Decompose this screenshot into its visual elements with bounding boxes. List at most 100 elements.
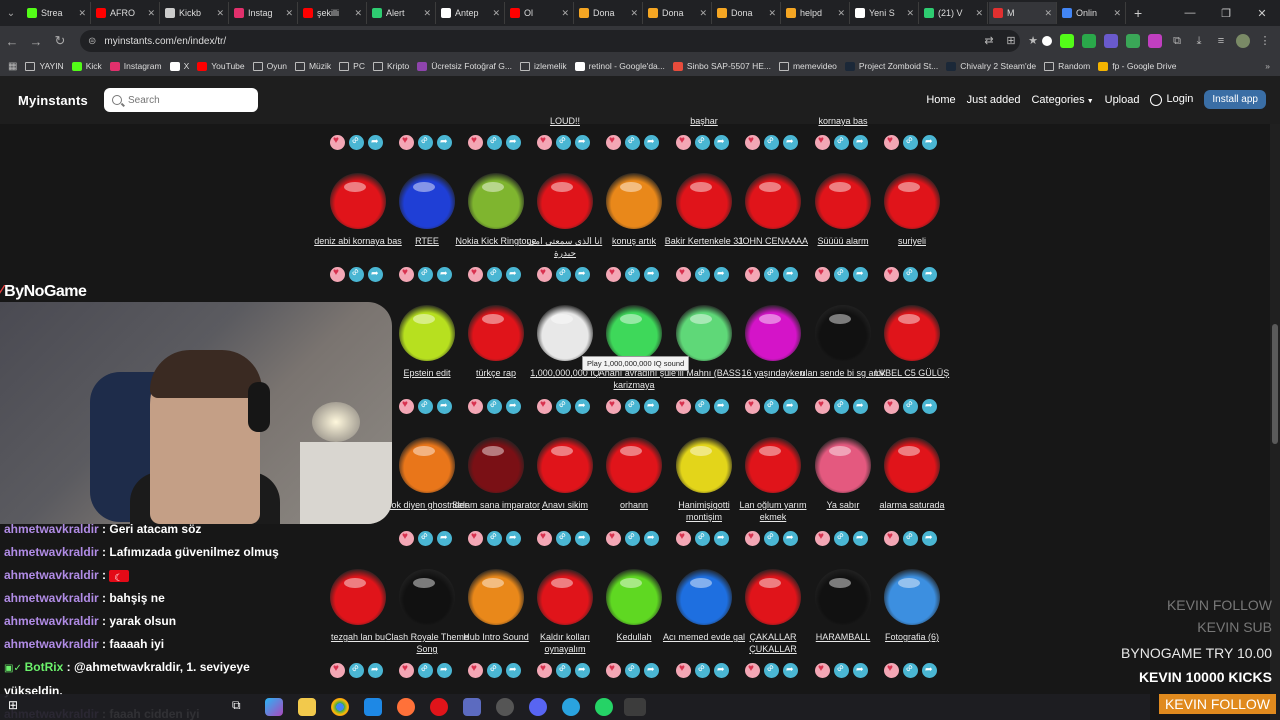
- extension-icon-3[interactable]: [1082, 34, 1096, 48]
- tab-close-icon[interactable]: ✕: [354, 8, 362, 19]
- opera-icon[interactable]: [430, 698, 448, 716]
- share-icon[interactable]: [783, 531, 798, 546]
- sound-play-button[interactable]: [399, 437, 455, 493]
- favorite-heart-icon[interactable]: [745, 399, 760, 414]
- sound-play-button[interactable]: [815, 437, 871, 493]
- favorite-heart-icon[interactable]: [606, 531, 621, 546]
- copy-link-icon[interactable]: [834, 267, 849, 282]
- share-icon[interactable]: [437, 663, 452, 678]
- favorite-heart-icon[interactable]: [537, 135, 552, 150]
- extension-icon-5[interactable]: [1126, 34, 1140, 48]
- copy-link-icon[interactable]: [695, 663, 710, 678]
- browser-tab[interactable]: Alert ✕: [368, 2, 436, 24]
- favorite-heart-icon[interactable]: [676, 531, 691, 546]
- search-input[interactable]: [128, 94, 248, 106]
- back-icon[interactable]: ←: [0, 34, 24, 49]
- favorite-heart-icon[interactable]: [537, 267, 552, 282]
- copy-link-icon[interactable]: [625, 663, 640, 678]
- favorite-heart-icon[interactable]: [815, 663, 830, 678]
- favorite-heart-icon[interactable]: [884, 663, 899, 678]
- bookmark-item[interactable]: Instagram: [109, 61, 162, 71]
- sound-play-button[interactable]: [606, 305, 662, 361]
- bookmark-item[interactable]: Müzik: [294, 61, 331, 71]
- copy-link-icon[interactable]: [695, 531, 710, 546]
- share-icon[interactable]: [368, 663, 383, 678]
- apps-grid-icon[interactable]: ▦: [8, 61, 17, 72]
- sound-play-button[interactable]: [606, 437, 662, 493]
- favorite-heart-icon[interactable]: [468, 531, 483, 546]
- favorite-heart-icon[interactable]: [884, 531, 899, 546]
- sound-play-button[interactable]: [676, 437, 732, 493]
- bookmark-item[interactable]: memevideo: [778, 61, 837, 71]
- favorite-heart-icon[interactable]: [745, 135, 760, 150]
- browser-tab[interactable]: Onlin ✕: [1058, 2, 1126, 24]
- share-icon[interactable]: [575, 399, 590, 414]
- forward-icon[interactable]: →: [24, 34, 48, 49]
- favorite-heart-icon[interactable]: [399, 663, 414, 678]
- maximize-button[interactable]: ❐: [1208, 7, 1244, 20]
- bookmark-item[interactable]: Oyun: [252, 61, 287, 71]
- favorite-heart-icon[interactable]: [468, 399, 483, 414]
- share-icon[interactable]: [575, 267, 590, 282]
- browser-tab[interactable]: Antep ✕: [437, 2, 505, 24]
- share-icon[interactable]: [853, 135, 868, 150]
- copy-link-icon[interactable]: [349, 135, 364, 150]
- share-icon[interactable]: [575, 135, 590, 150]
- reload-icon[interactable]: ↻: [48, 33, 72, 49]
- bookmark-item[interactable]: Random: [1044, 61, 1090, 71]
- favorite-heart-icon[interactable]: [468, 135, 483, 150]
- share-icon[interactable]: [368, 135, 383, 150]
- discord-icon[interactable]: [529, 698, 547, 716]
- sound-play-button[interactable]: [537, 173, 593, 229]
- copy-link-icon[interactable]: [625, 399, 640, 414]
- sound-play-button[interactable]: [468, 305, 524, 361]
- tab-close-icon[interactable]: ✕: [906, 8, 914, 19]
- close-window-button[interactable]: ✕: [1244, 7, 1280, 20]
- browser-tab[interactable]: şekilli ✕: [299, 2, 367, 24]
- tab-close-icon[interactable]: ✕: [699, 8, 707, 19]
- install-app-button[interactable]: Install app: [1204, 90, 1266, 109]
- share-icon[interactable]: [714, 267, 729, 282]
- browser-tab[interactable]: Dona ✕: [575, 2, 643, 24]
- favorite-heart-icon[interactable]: [606, 135, 621, 150]
- tab-search-icon[interactable]: ⌄: [0, 8, 22, 19]
- file-explorer-icon[interactable]: [298, 698, 316, 716]
- share-icon[interactable]: [644, 399, 659, 414]
- browser-tab[interactable]: Yeni S ✕: [851, 2, 919, 24]
- favorite-heart-icon[interactable]: [676, 663, 691, 678]
- copy-link-icon[interactable]: [418, 135, 433, 150]
- sound-play-button[interactable]: [399, 305, 455, 361]
- share-icon[interactable]: [853, 663, 868, 678]
- favorite-heart-icon[interactable]: [399, 135, 414, 150]
- tab-close-icon[interactable]: ✕: [78, 8, 86, 19]
- profile-avatar-icon[interactable]: [1236, 34, 1250, 48]
- tab-close-icon[interactable]: ✕: [630, 8, 638, 19]
- bookmark-item[interactable]: Kripto: [372, 61, 409, 71]
- share-icon[interactable]: [783, 663, 798, 678]
- share-icon[interactable]: [783, 135, 798, 150]
- app-icon-2[interactable]: [496, 698, 514, 716]
- favorite-heart-icon[interactable]: [884, 267, 899, 282]
- copy-link-icon[interactable]: [487, 135, 502, 150]
- sound-play-button[interactable]: [884, 437, 940, 493]
- browser-tab[interactable]: Dona ✕: [644, 2, 712, 24]
- sound-play-button[interactable]: [884, 173, 940, 229]
- sound-play-button[interactable]: [330, 173, 386, 229]
- copy-link-icon[interactable]: [418, 267, 433, 282]
- favorite-heart-icon[interactable]: [537, 399, 552, 414]
- copy-link-icon[interactable]: [834, 135, 849, 150]
- favorite-heart-icon[interactable]: [399, 531, 414, 546]
- sound-label[interactable]: suriyeli: [867, 235, 957, 247]
- favorite-heart-icon[interactable]: [537, 663, 552, 678]
- favorite-heart-icon[interactable]: [399, 267, 414, 282]
- copy-link-icon[interactable]: [764, 135, 779, 150]
- sound-play-button[interactable]: [468, 173, 524, 229]
- nav-just-added[interactable]: Just added: [967, 94, 1021, 106]
- copy-link-icon[interactable]: [349, 663, 364, 678]
- bookmark-item[interactable]: fp - Google Drive: [1098, 61, 1176, 71]
- browser-tab[interactable]: Instag ✕: [230, 2, 298, 24]
- copy-link-icon[interactable]: [418, 531, 433, 546]
- tab-close-icon[interactable]: ✕: [147, 8, 155, 19]
- site-logo[interactable]: Myinstants: [18, 93, 88, 108]
- share-icon[interactable]: [922, 663, 937, 678]
